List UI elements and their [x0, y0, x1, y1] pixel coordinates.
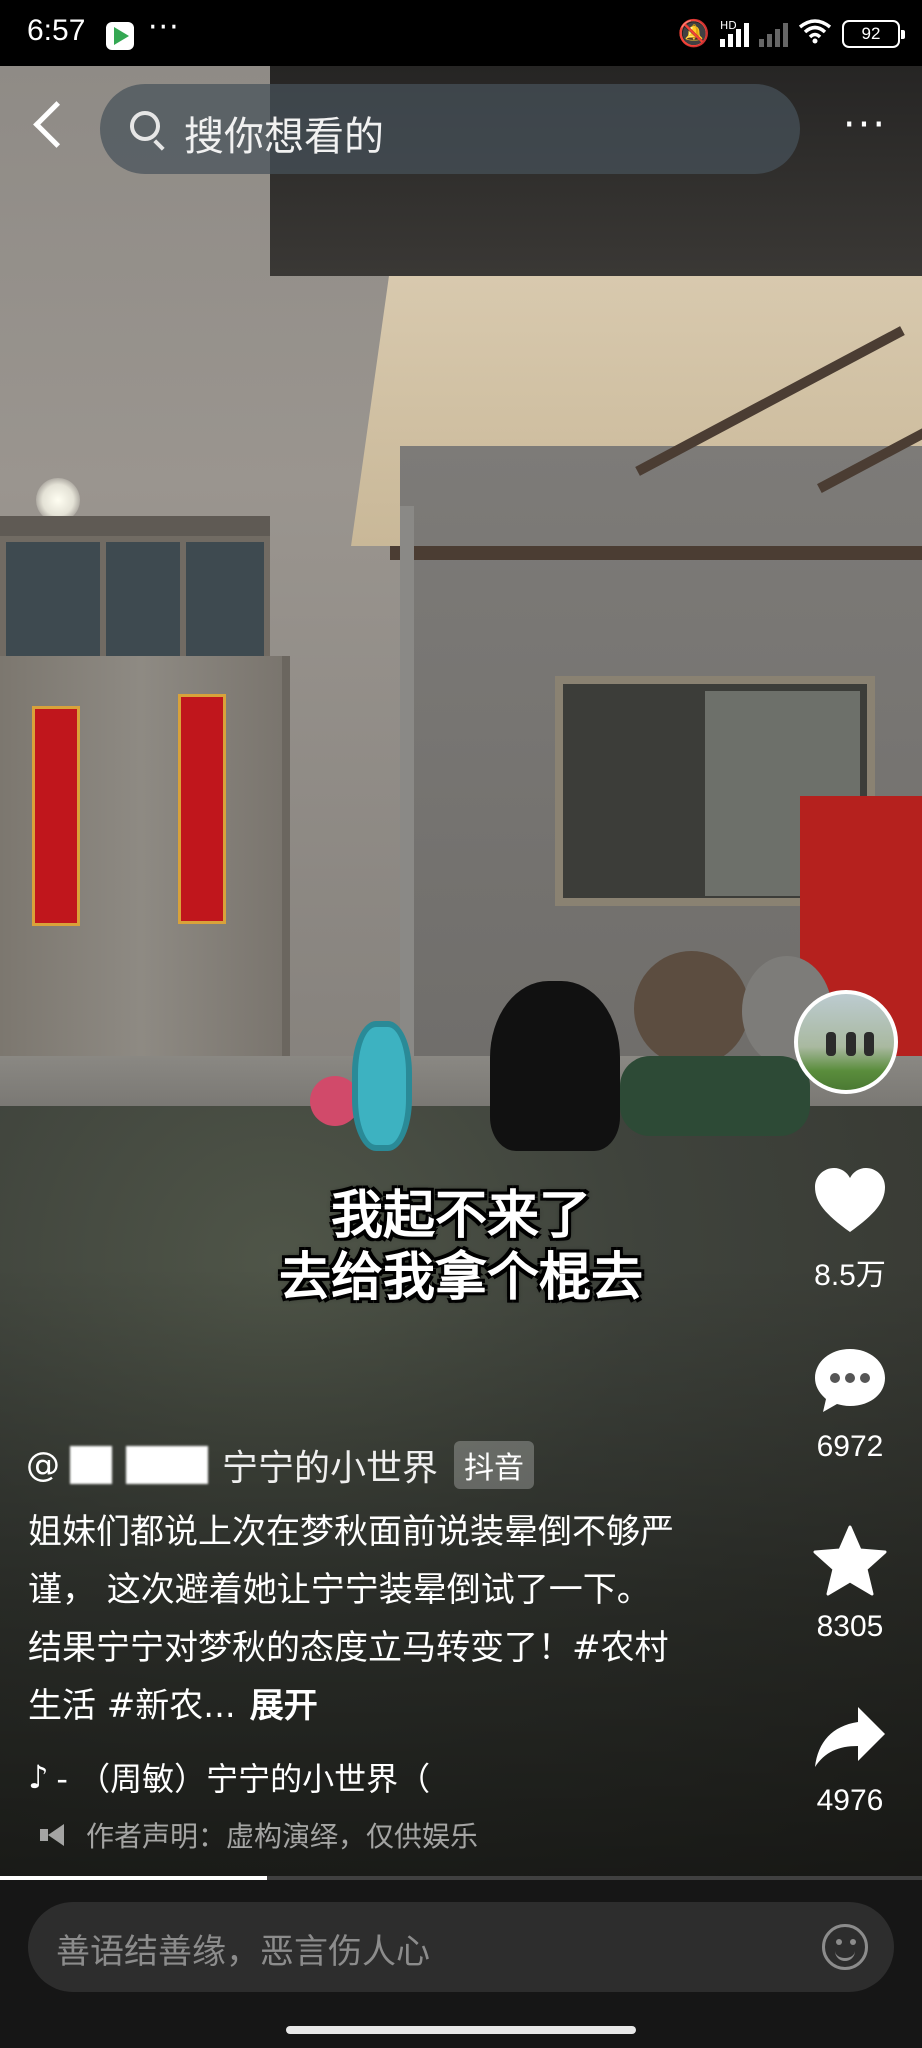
- mute-icon: 🔕: [677, 19, 710, 49]
- scene-beam: [390, 546, 922, 560]
- comment-count: 6972: [816, 1430, 884, 1463]
- share-icon: [815, 1707, 885, 1767]
- home-indicator[interactable]: [286, 2026, 636, 2034]
- share-button[interactable]: 4976: [790, 1704, 910, 1818]
- megaphone-icon: [40, 1824, 68, 1846]
- top-bar: 搜你想看的 ···: [0, 66, 922, 186]
- like-button[interactable]: 8.5万: [790, 1166, 910, 1294]
- subtitle-line-2: 去给我拿个棍去: [278, 1248, 643, 1308]
- status-bar: 6:57 ··· 🔕 HD 92: [0, 0, 922, 66]
- avatar-figure: [864, 1032, 874, 1056]
- scene-window-pane: [0, 536, 110, 666]
- disclaimer-text: 作者声明：虚构演绎，仅供娱乐: [86, 1820, 479, 1853]
- music-note-icon: ♪: [28, 1758, 49, 1796]
- signal-icon: HD: [720, 19, 749, 47]
- expand-link[interactable]: 展开: [250, 1686, 318, 1726]
- play-store-icon: [106, 22, 134, 50]
- video-caption[interactable]: 姐妹们都说上次在梦秋面前说装晕倒不够严谨， 这次避着她让宁宁装晕倒试了一下。结果…: [28, 1503, 678, 1735]
- search-input[interactable]: 搜你想看的: [100, 84, 800, 174]
- wifi-icon: [798, 18, 832, 51]
- redacted-block: [126, 1446, 208, 1484]
- signal-secondary-icon: [759, 21, 788, 47]
- comment-input[interactable]: 善语结善缘，恶言伤人心: [28, 1902, 894, 1992]
- scene-window-pane: [100, 536, 190, 666]
- back-button[interactable]: [22, 92, 82, 158]
- heart-icon: [815, 1168, 885, 1232]
- scene-fan: [352, 1021, 412, 1151]
- favorite-button[interactable]: 8305: [790, 1524, 910, 1644]
- status-time: 6:57: [27, 14, 86, 47]
- comment-placeholder: 善语结善缘，恶言伤人心: [56, 1932, 430, 1972]
- search-icon: [130, 111, 160, 141]
- music-line[interactable]: ♪ - （周敏）宁宁的小世界（: [28, 1754, 430, 1800]
- battery-icon: 92: [842, 20, 905, 48]
- avatar-figure: [846, 1032, 856, 1056]
- author-line[interactable]: @ 宁宁的小世界 抖音: [26, 1440, 535, 1490]
- subtitle-line-1: 我起不来了: [330, 1186, 591, 1246]
- video-subtitle: 我起不来了 去给我拿个棍去: [0, 1185, 922, 1309]
- scene-cloth: [620, 1056, 810, 1136]
- notification-dots: ···: [148, 10, 180, 45]
- star-icon: [813, 1525, 887, 1596]
- author-name: 宁宁的小世界: [222, 1448, 439, 1489]
- search-placeholder: 搜你想看的: [184, 114, 384, 160]
- caption-text: 姐妹们都说上次在梦秋面前说装晕倒不够严谨， 这次避着她让宁宁装晕倒试了一下。结果…: [28, 1512, 674, 1726]
- favorite-count: 8305: [816, 1610, 884, 1643]
- scene-basin: [634, 951, 749, 1066]
- like-count: 8.5万: [814, 1259, 886, 1292]
- author-avatar[interactable]: [794, 990, 898, 1094]
- hd-label: HD: [720, 19, 737, 32]
- author-at-sign: @: [26, 1445, 60, 1485]
- share-count: 4976: [816, 1784, 884, 1817]
- comment-bar: 善语结善缘，恶言伤人心: [0, 1880, 922, 2048]
- scene-couplet-right: [178, 694, 226, 924]
- scene-window-pane: [180, 536, 270, 666]
- platform-tag: 抖音: [454, 1441, 535, 1489]
- scene-person: [490, 981, 620, 1151]
- comment-button[interactable]: 6972: [790, 1346, 910, 1464]
- author-disclaimer: 作者声明：虚构演绎，仅供娱乐: [40, 1815, 478, 1855]
- status-icons: 🔕 HD 92: [677, 18, 905, 51]
- avatar-figure: [826, 1032, 836, 1056]
- scene-couplet-left: [32, 706, 80, 926]
- music-title: - （周敏）宁宁的小世界（: [56, 1760, 431, 1798]
- redacted-block: [70, 1446, 112, 1484]
- emoji-icon[interactable]: [822, 1924, 868, 1970]
- comment-icon: [815, 1349, 885, 1412]
- more-options-button[interactable]: ···: [838, 105, 892, 145]
